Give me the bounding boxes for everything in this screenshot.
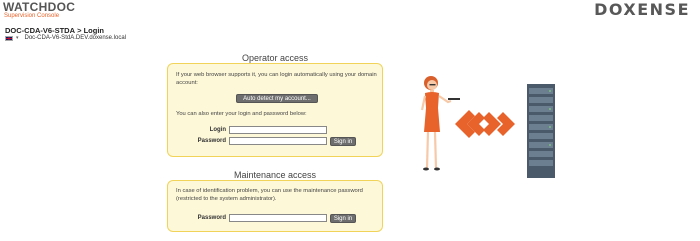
- server-rack-icon: [527, 84, 555, 178]
- woman-figure-icon: [420, 76, 460, 171]
- operator-access-title: Operator access: [241, 53, 309, 63]
- login-input[interactable]: [229, 126, 327, 134]
- watchdoc-logo[interactable]: WATCHDOC Supervision Console: [3, 1, 75, 20]
- operator-intro-text: If your web browser supports it, you can…: [176, 72, 377, 86]
- password-input[interactable]: [229, 137, 327, 145]
- breadcrumb: DOC-CDA-V6-STDA > Login: [5, 26, 104, 35]
- login-illustration: [420, 76, 555, 178]
- watchdoc-logo-text: WATCHDOC: [3, 0, 76, 14]
- login-label: Login: [209, 127, 226, 133]
- maintenance-password-label: Password: [197, 215, 226, 221]
- operator-manual-text: You can also enter your login and passwo…: [176, 111, 307, 117]
- password-label: Password: [197, 138, 226, 144]
- sign-in-button[interactable]: Sign in: [330, 137, 356, 146]
- breadcrumb-separator: >: [77, 26, 82, 35]
- breadcrumb-server[interactable]: DOC-CDA-V6-STDA: [5, 26, 75, 35]
- maintenance-intro-text: In case of identification problem, you c…: [176, 188, 363, 202]
- maintenance-sign-in-button[interactable]: Sign in: [330, 214, 356, 223]
- watchdoc-logo-subtitle: Supervision Console: [4, 13, 60, 19]
- header: WATCHDOC Supervision Console DOXENSE: [0, 0, 700, 22]
- maintenance-password-input[interactable]: [229, 214, 327, 222]
- chevron-arrows-icon: [455, 110, 515, 138]
- chevron-down-icon[interactable]: ▾: [16, 35, 19, 41]
- operator-access-box: If your web browser supports it, you can…: [167, 63, 383, 157]
- uk-flag-icon[interactable]: [5, 35, 13, 41]
- maintenance-access-box: In case of identification problem, you c…: [167, 180, 383, 232]
- domain-name: Doc-CDA-V6-StdA.DEV.doxense.local: [24, 35, 127, 41]
- auto-detect-button[interactable]: Auto detect my account...: [236, 94, 318, 103]
- maintenance-access-title: Maintenance access: [233, 170, 317, 180]
- breadcrumb-page: Login: [83, 26, 104, 35]
- doxense-logo: DOXENSE: [594, 0, 690, 19]
- domain-line: ▾ Doc-CDA-V6-StdA.DEV.doxense.local: [5, 35, 126, 41]
